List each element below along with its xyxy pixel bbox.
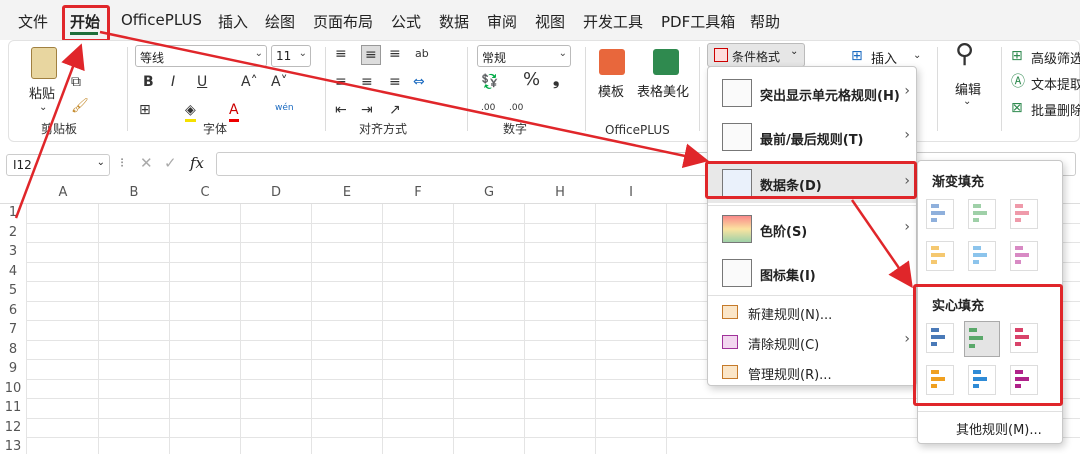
arrow-to-data-bars [99,30,709,169]
arrow-to-solid-fill [850,199,913,289]
arrow-to-home [14,43,85,219]
annotation-arrows [14,30,913,289]
